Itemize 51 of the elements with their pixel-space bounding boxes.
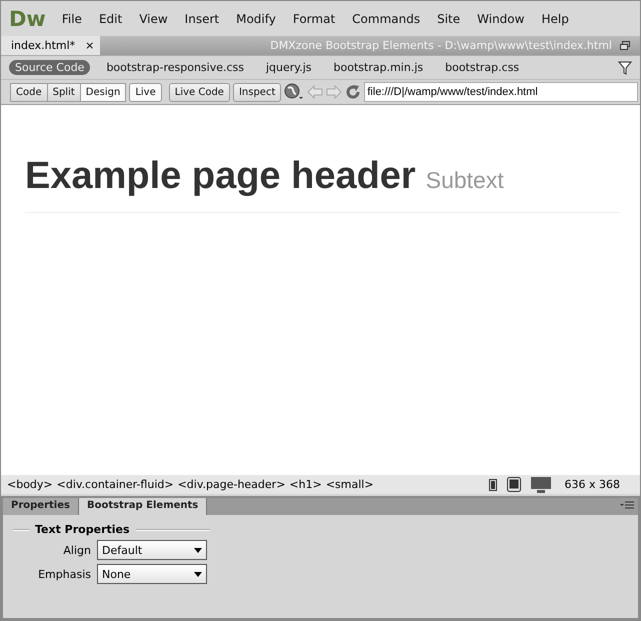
view-button[interactable]: Design [80,82,126,102]
menu-item[interactable]: Insert [184,12,220,26]
menu-item[interactable]: Commands [352,12,420,26]
view-button[interactable]: Split [46,82,81,102]
dropdown[interactable]: None [97,564,207,584]
menu-item[interactable]: View [139,12,168,26]
tag-selector-item[interactable]: <h1> [289,478,322,491]
toolbar-button[interactable]: Inspect [232,82,282,102]
related-file-tab[interactable]: Source Code [9,60,90,75]
address-field[interactable]: file:///D|/wamp/www/test/index.html [364,82,638,102]
menu-item[interactable]: Edit [98,12,122,26]
window-size: 636 x 368 [564,478,620,491]
phone-icon[interactable] [488,478,496,490]
toolbar-button[interactable]: Live Code [168,82,230,102]
field-label: Align [62,544,91,556]
globe-icon[interactable] [284,83,304,101]
tag-selector-item[interactable]: <body> [7,478,53,491]
tag-selector-item[interactable]: <small> [326,478,374,491]
menu-item[interactable]: File [62,12,82,26]
section-title: Text Properties [35,523,130,536]
dropdown-arrow-icon [194,572,202,576]
app-logo: Dw [9,6,46,30]
menu-item[interactable]: Site [437,12,460,26]
document-tab[interactable]: index.html* × [1,36,100,55]
related-file-tab[interactable]: bootstrap.min.js [328,60,430,75]
field-label: Emphasis [37,568,91,580]
panel-tab[interactable]: Bootstrap Elements [78,498,208,515]
tablet-icon[interactable] [506,477,520,492]
page-subtext: Subtext [426,167,504,194]
menu-item[interactable]: Help [541,12,569,26]
filter-icon[interactable] [618,60,632,74]
related-file-tab[interactable]: bootstrap.css [439,60,526,75]
view-button[interactable]: Code [10,82,48,102]
related-file-tab[interactable]: bootstrap-responsive.css [100,60,250,75]
toolbar-button[interactable]: Live [129,82,162,102]
menu-item[interactable]: Format [292,12,336,26]
panel-tab[interactable]: Properties [3,498,79,515]
dropdown-arrow-icon [194,548,202,552]
refresh-icon[interactable] [345,84,362,100]
dropdown[interactable]: Default [97,540,207,560]
panel-menu-icon[interactable] [620,501,634,511]
page-heading: Example page header [25,155,416,198]
tag-selector-item[interactable]: <div.container-fluid> [56,478,174,491]
menu-item[interactable]: Window [477,12,524,26]
restore-window-icon[interactable] [620,41,630,50]
menu-item[interactable]: Modify [236,12,276,26]
tag-selector-item[interactable]: <div.page-header> [178,478,286,491]
document-path: DMXzone Bootstrap Elements - D:\wamp\www\test\index.html [269,38,613,54]
close-button[interactable]: × [85,39,94,52]
desktop-monitor-icon[interactable] [530,476,550,492]
related-file-tab[interactable]: jquery.js [260,60,318,75]
